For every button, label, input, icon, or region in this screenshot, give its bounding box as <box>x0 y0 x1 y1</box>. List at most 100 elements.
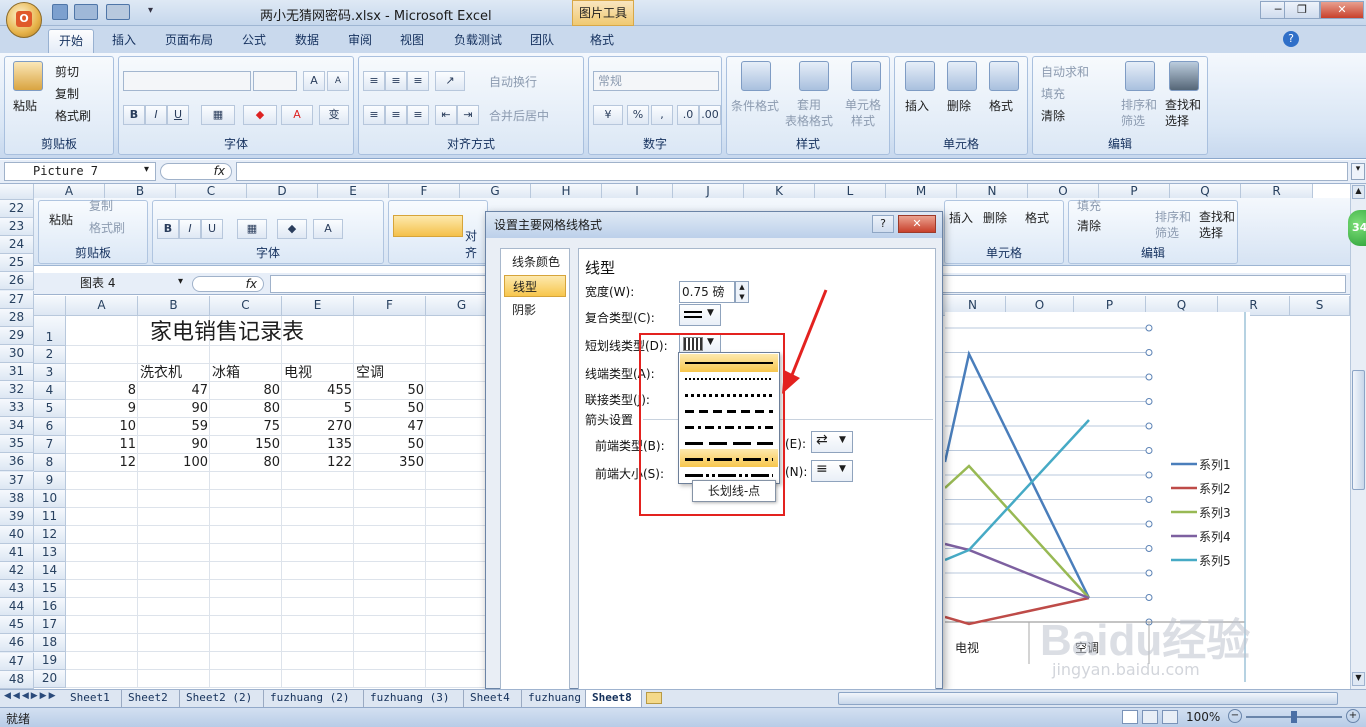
shrink-font-button[interactable]: A <box>327 71 349 91</box>
row-header[interactable]: 35 <box>0 435 34 454</box>
formula-input[interactable] <box>236 162 1348 181</box>
grid-cell[interactable] <box>138 508 210 526</box>
grid-cell[interactable] <box>66 490 138 508</box>
row-header[interactable]: 43 <box>0 580 34 599</box>
grid-cell[interactable] <box>210 598 282 616</box>
grid-cell[interactable] <box>282 562 354 580</box>
grid-cell[interactable] <box>354 562 426 580</box>
grid-cell[interactable] <box>354 670 426 688</box>
align-right-button[interactable]: ≡ <box>407 105 429 125</box>
font-color-button[interactable]: A <box>281 105 313 125</box>
grid-cell[interactable] <box>210 526 282 544</box>
grid-cell[interactable] <box>354 526 426 544</box>
row-header[interactable]: 30 <box>0 344 34 363</box>
grid-cell[interactable] <box>66 508 138 526</box>
dialog-close-button[interactable]: ✕ <box>898 215 936 233</box>
sheet-tab[interactable]: Sheet4 <box>464 690 522 707</box>
row-header[interactable]: 31 <box>0 362 34 381</box>
row-header[interactable]: 39 <box>0 507 34 526</box>
sheet-tab[interactable]: Sheet2 <box>122 690 180 707</box>
grid-cell[interactable] <box>282 670 354 688</box>
grid-cell[interactable] <box>354 346 426 364</box>
grid-cell[interactable] <box>138 616 210 634</box>
grid-cell[interactable] <box>210 580 282 598</box>
select-all-corner[interactable] <box>0 184 34 200</box>
gridline-handle[interactable] <box>1145 471 1153 479</box>
decrease-indent-button[interactable]: ⇤ <box>435 105 457 125</box>
vertical-scroll-thumb[interactable] <box>1352 370 1365 490</box>
sheet-tab[interactable]: Sheet2 (2) <box>180 690 264 707</box>
grid-cell[interactable] <box>138 472 210 490</box>
tab-formulas[interactable]: 公式 <box>232 29 276 53</box>
row-header[interactable]: 46 <box>0 634 34 653</box>
increase-indent-button[interactable]: ⇥ <box>457 105 479 125</box>
grid-cell[interactable] <box>354 472 426 490</box>
zoom-level[interactable]: 100% <box>1186 710 1220 724</box>
grid-cell[interactable] <box>66 580 138 598</box>
percent-button[interactable]: % <box>627 105 649 125</box>
row-header[interactable]: 25 <box>0 254 34 273</box>
grid-cell[interactable] <box>138 598 210 616</box>
zoom-slider-thumb[interactable] <box>1291 711 1297 723</box>
row-header[interactable]: 26 <box>0 272 34 291</box>
tab-view[interactable]: 视图 <box>390 29 434 53</box>
delete-cells-button[interactable]: 删除 <box>947 97 971 114</box>
redo-icon[interactable] <box>106 4 130 20</box>
gridline-handle[interactable] <box>1145 398 1153 405</box>
format-painter-button[interactable]: 格式刷 <box>55 107 91 124</box>
tab-data[interactable]: 数据 <box>285 29 329 53</box>
row-header[interactable]: 47 <box>0 652 34 671</box>
grid-cell[interactable] <box>282 508 354 526</box>
series-1-line[interactable] <box>943 350 1091 599</box>
vertical-scrollbar[interactable]: ▲ ▼ <box>1350 184 1366 689</box>
find-select-button[interactable]: 查找和 选择 <box>1165 97 1201 129</box>
insert-cells-button[interactable]: 插入 <box>905 97 929 114</box>
office-button[interactable]: O <box>6 2 42 38</box>
scroll-up-icon[interactable]: ▲ <box>1352 185 1365 199</box>
grid-cell[interactable] <box>66 526 138 544</box>
name-box[interactable]: Picture 7 <box>4 162 156 181</box>
cell-styles-button[interactable]: 单元格 样式 <box>845 97 881 129</box>
close-button[interactable]: ✕ <box>1320 1 1364 19</box>
grid-cell[interactable] <box>354 508 426 526</box>
grid-cell[interactable] <box>282 598 354 616</box>
tab-insert[interactable]: 插入 <box>102 29 146 53</box>
cut-button[interactable]: 剪切 <box>55 63 79 80</box>
gridline-handle[interactable] <box>1145 569 1153 577</box>
grid-cell[interactable] <box>354 652 426 670</box>
grid-cell[interactable] <box>66 598 138 616</box>
grid-cell[interactable] <box>282 544 354 562</box>
grid-cell[interactable] <box>282 634 354 652</box>
grid-cell[interactable] <box>138 670 210 688</box>
grid-cell[interactable] <box>354 544 426 562</box>
grow-font-button[interactable]: A <box>303 71 325 91</box>
zoom-out-icon[interactable]: − <box>1228 709 1242 723</box>
autosum-button[interactable]: 自动求和 <box>1041 63 1089 80</box>
row-header[interactable]: 38 <box>0 489 34 508</box>
grid-cell[interactable] <box>210 670 282 688</box>
grid-cell[interactable] <box>282 580 354 598</box>
grid-cell[interactable] <box>210 472 282 490</box>
grid-cell[interactable] <box>354 580 426 598</box>
grid-cell[interactable] <box>210 508 282 526</box>
row-header[interactable]: 36 <box>0 453 34 472</box>
grid-cell[interactable] <box>354 490 426 508</box>
tab-page-layout[interactable]: 页面布局 <box>155 29 223 53</box>
nav-line-color[interactable]: 线条颜色 <box>504 251 566 273</box>
end-size-combo[interactable]: ≡ ▼ <box>811 460 853 482</box>
grid-cell[interactable] <box>210 562 282 580</box>
insert-function-button[interactable]: fx <box>160 163 232 180</box>
insert-sheet-icon[interactable] <box>646 692 662 704</box>
grid-cell[interactable] <box>66 316 138 346</box>
gridline-handle[interactable] <box>1145 545 1153 552</box>
currency-button[interactable]: ¥ <box>593 105 623 125</box>
row-header[interactable]: 45 <box>0 616 34 635</box>
gridline-handle[interactable] <box>1145 422 1153 430</box>
grid-cell[interactable] <box>66 472 138 490</box>
sheet-tab[interactable]: fuzhuang <box>522 690 586 707</box>
row-header[interactable]: 48 <box>0 670 34 689</box>
grid-cell[interactable] <box>210 616 282 634</box>
grid-cell[interactable] <box>66 544 138 562</box>
grid-cell[interactable] <box>282 616 354 634</box>
underline-button[interactable]: U <box>167 105 189 125</box>
